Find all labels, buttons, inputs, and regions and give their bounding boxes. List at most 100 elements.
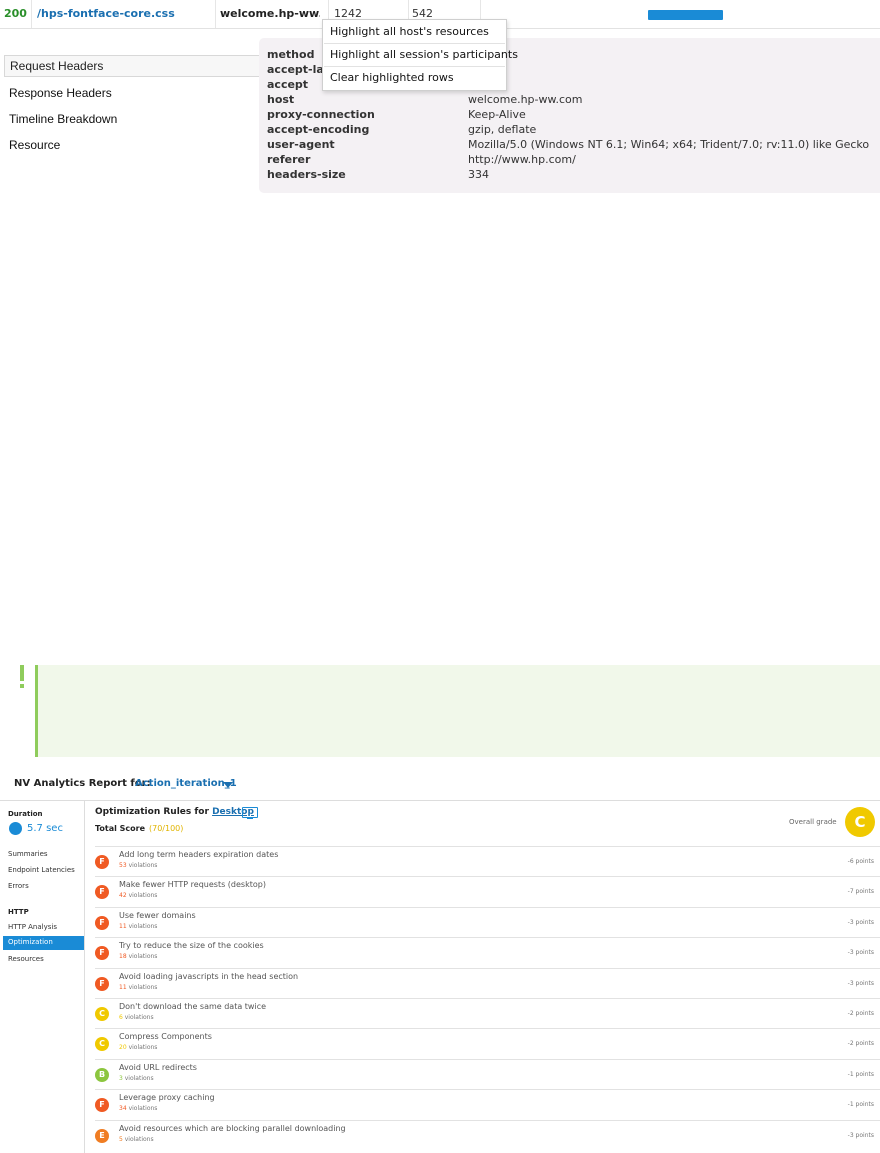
grade-badge: E bbox=[95, 1128, 109, 1143]
optimization-panel: Optimization Rules for Desktop Total Sco… bbox=[95, 801, 880, 1153]
violations-count: 3 bbox=[119, 1074, 123, 1082]
total-score-value: (70/100) bbox=[149, 824, 184, 833]
overall-grade-badge: C bbox=[845, 807, 875, 837]
rule-violations: 5 violations bbox=[119, 1136, 154, 1143]
iteration-selector[interactable]: Action_iteration_1 bbox=[135, 778, 237, 789]
nav-response-headers[interactable]: Response Headers bbox=[9, 86, 112, 100]
nav-resource[interactable]: Resource bbox=[9, 138, 60, 152]
header-key: method bbox=[267, 48, 315, 61]
menu-highlight-host-resources[interactable]: Highlight all host's resources bbox=[330, 25, 489, 38]
total-score-label: Total Score bbox=[95, 824, 146, 833]
rule-violations: 34 violations bbox=[119, 1105, 157, 1112]
rule-violations: 11 violations bbox=[119, 923, 157, 930]
violations-count: 53 bbox=[119, 862, 127, 869]
rule-row[interactable]: F Add long term headers expiration dates 5… bbox=[95, 846, 880, 877]
rule-title[interactable]: Leverage proxy caching bbox=[119, 1093, 215, 1102]
violations-label: violations bbox=[128, 922, 158, 930]
sidebar-item-endpoint-latencies[interactable]: Endpoint Latencies bbox=[8, 866, 75, 874]
grade-badge: F bbox=[95, 976, 109, 991]
grade-badge: C bbox=[95, 1007, 109, 1021]
rule-points: -6 points bbox=[847, 858, 874, 865]
note-box bbox=[35, 665, 880, 757]
rule-points: -3 points bbox=[847, 979, 874, 987]
rule-title[interactable]: Don't download the same data twice bbox=[119, 1002, 266, 1011]
rule-title[interactable]: Avoid URL redirects bbox=[119, 1063, 197, 1072]
rule-row[interactable]: E Avoid resources which are blocking para… bbox=[95, 1119, 880, 1151]
resource-url[interactable]: /hps-fontface-core.css bbox=[37, 0, 207, 28]
rule-row[interactable]: F Use fewer domains 11 violations -3 points bbox=[95, 906, 880, 938]
violations-count: 11 bbox=[119, 922, 127, 930]
report-sidebar: Duration 5.7 sec Summaries Endpoint Late… bbox=[0, 801, 85, 1153]
rule-title[interactable]: Avoid resources which are blocking paral… bbox=[119, 1124, 346, 1133]
header-value: Mozilla/5.0 (Windows NT 6.1; Win64; x64;… bbox=[468, 138, 870, 151]
rule-row[interactable]: C Compress Components 20 violations -2 poin… bbox=[95, 1028, 880, 1059]
violations-label: violations bbox=[128, 1105, 158, 1113]
rule-title[interactable]: Compress Components bbox=[119, 1032, 212, 1041]
rule-title[interactable]: Make fewer HTTP requests (desktop) bbox=[119, 880, 266, 889]
nav-timeline-breakdown[interactable]: Timeline Breakdown bbox=[9, 112, 117, 126]
rule-title[interactable]: Use fewer domains bbox=[119, 911, 196, 920]
grade-badge: C bbox=[95, 1037, 109, 1052]
exclamation-icon bbox=[20, 665, 24, 688]
header-key: user-agent bbox=[267, 138, 335, 151]
rule-points: -1 points bbox=[847, 1101, 874, 1109]
rule-title[interactable]: Add long term headers expiration dates bbox=[119, 850, 278, 859]
rule-row[interactable]: C Don't download the same data twice 6 vio… bbox=[95, 998, 880, 1029]
menu-clear-highlighted-rows[interactable]: Clear highlighted rows bbox=[330, 71, 454, 84]
rule-points: -7 points bbox=[847, 888, 874, 896]
resource-host[interactable]: welcome.hp-ww... bbox=[220, 0, 320, 28]
rule-title[interactable]: Try to reduce the size of the cookies bbox=[119, 941, 264, 950]
rule-points: -2 points bbox=[847, 1010, 874, 1017]
header-value: http://www.hp.com/ bbox=[468, 153, 576, 166]
violations-label: violations bbox=[128, 892, 158, 900]
report-body: Duration 5.7 sec Summaries Endpoint Late… bbox=[0, 800, 880, 1153]
rule-row[interactable]: F Make fewer HTTP requests (desktop) 42 vi… bbox=[95, 876, 880, 907]
header-key: proxy-connection bbox=[267, 108, 375, 121]
grade-badge: B bbox=[95, 1067, 109, 1082]
rule-violations: 18 violations bbox=[119, 953, 157, 960]
header-value: gzip, deflate bbox=[468, 123, 537, 136]
sidebar-item-errors[interactable]: Errors bbox=[8, 882, 29, 890]
violations-label: violations bbox=[128, 953, 158, 961]
rule-violations: 6 violations bbox=[119, 1014, 154, 1021]
grade-badge: F bbox=[95, 885, 109, 900]
header-value: 334 bbox=[468, 168, 489, 181]
menu-divider bbox=[324, 43, 505, 44]
sidebar-item-summaries[interactable]: Summaries bbox=[8, 850, 48, 858]
header-key: referer bbox=[267, 153, 311, 166]
violations-label: violations bbox=[128, 862, 158, 869]
violations-count: 18 bbox=[119, 953, 127, 961]
rule-violations: 3 violations bbox=[119, 1075, 154, 1082]
sidebar-item-http-analysis[interactable]: HTTP Analysis bbox=[8, 923, 57, 931]
nav-request-headers[interactable]: Request Headers bbox=[4, 55, 268, 77]
rule-row[interactable]: F Leverage proxy caching 34 violations -1 p… bbox=[95, 1089, 880, 1120]
violations-label: violations bbox=[128, 983, 158, 991]
violations-label: violations bbox=[124, 1074, 154, 1082]
report-header: NV Analytics Report for: Action_iteratio… bbox=[0, 770, 880, 800]
optimization-title-prefix: Optimization Rules for bbox=[95, 807, 209, 817]
rule-row[interactable]: B Avoid URL redirects 3 violations -1 point… bbox=[95, 1058, 880, 1090]
sidebar-item-optimization[interactable]: Optimization bbox=[3, 936, 84, 950]
grade-badge: F bbox=[95, 915, 109, 930]
header-key: accept bbox=[267, 78, 309, 91]
caret-down-icon[interactable] bbox=[223, 782, 233, 788]
violations-count: 11 bbox=[119, 983, 127, 991]
sidebar-item-resources[interactable]: Resources bbox=[8, 955, 44, 963]
header-key: accept-encoding bbox=[267, 123, 370, 136]
overall-grade-label: Overall grade bbox=[789, 818, 837, 826]
duration-value: 5.7 sec bbox=[27, 823, 63, 834]
header-value: Keep-Alive bbox=[468, 108, 526, 121]
rule-violations: 11 violations bbox=[119, 984, 157, 991]
rule-row[interactable]: F Try to reduce the size of the cookies 18… bbox=[95, 937, 880, 968]
grade-badge: F bbox=[95, 855, 109, 869]
sidebar-item-optimization-label: Optimization bbox=[8, 938, 53, 946]
rule-title[interactable]: Avoid loading javascripts in the head se… bbox=[119, 972, 298, 981]
rule-points: -1 points bbox=[847, 1070, 874, 1078]
rule-row[interactable]: F Avoid loading javascripts in the head s… bbox=[95, 967, 880, 999]
column-divider bbox=[31, 0, 32, 28]
grade-badge: F bbox=[95, 946, 109, 961]
menu-highlight-session-participants[interactable]: Highlight all session's participants bbox=[330, 48, 518, 61]
violations-count: 20 bbox=[119, 1044, 127, 1052]
context-menu: Highlight all host's resources Highlight… bbox=[322, 19, 518, 91]
rule-points: -3 points bbox=[847, 918, 874, 926]
